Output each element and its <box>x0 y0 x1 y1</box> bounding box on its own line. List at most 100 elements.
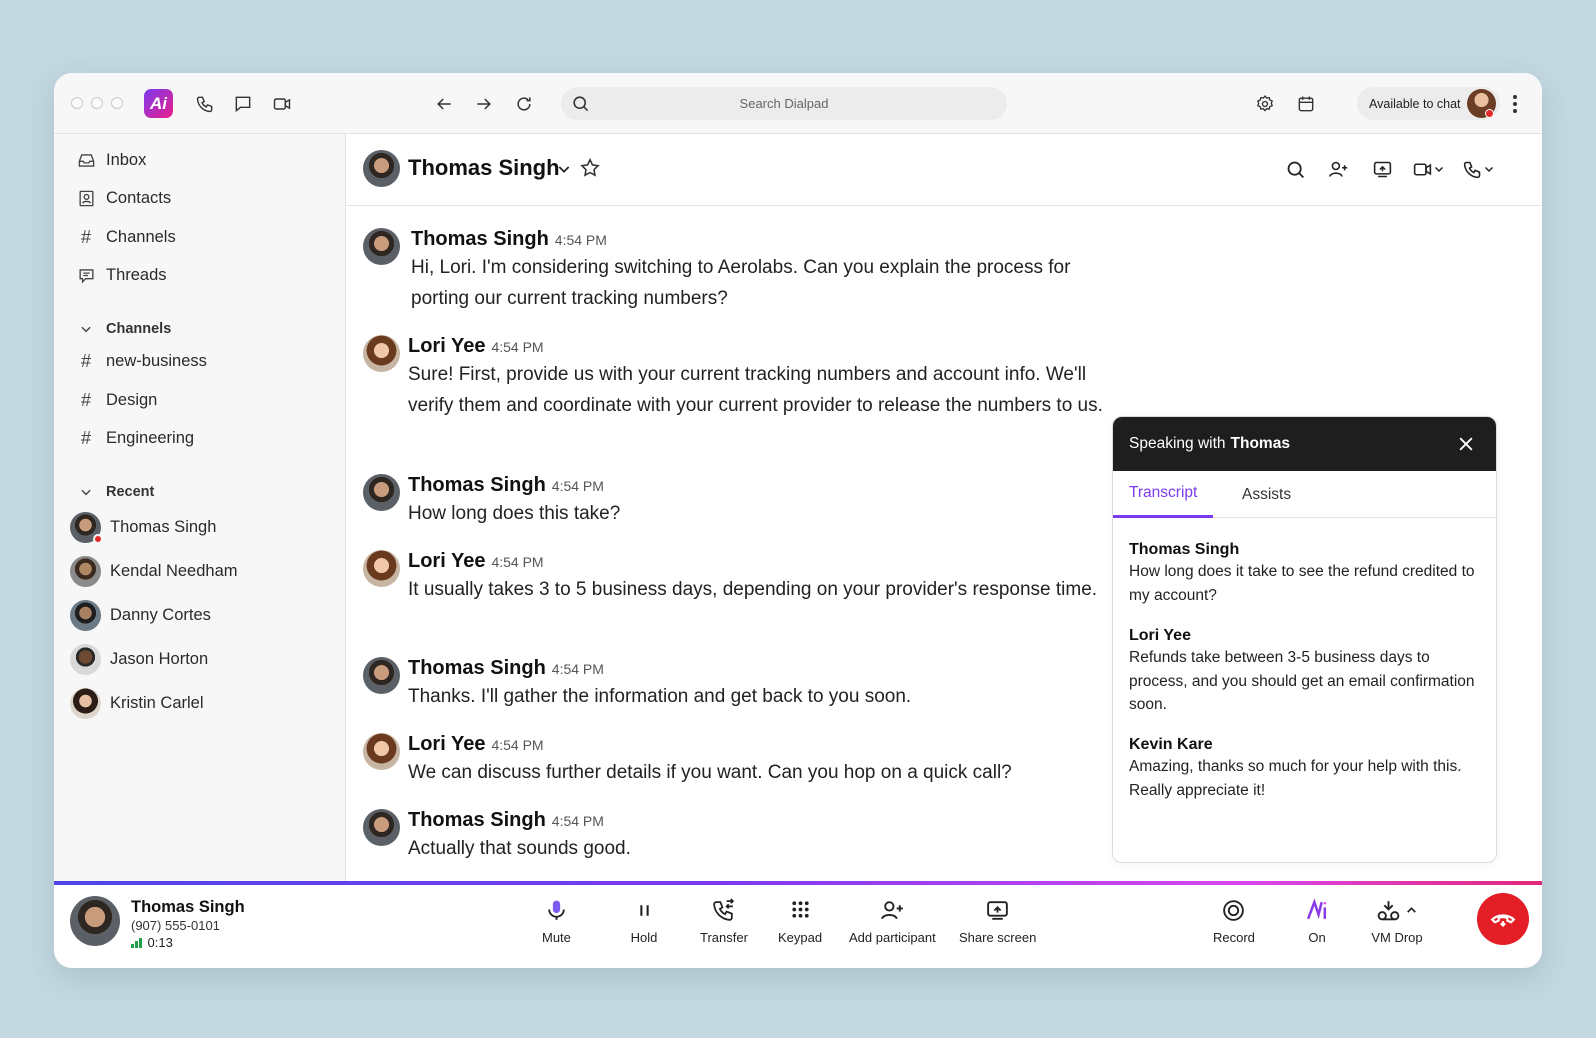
message-author: Thomas Singh <box>408 474 546 496</box>
message[interactable]: Thomas Singh 4:54 PM Thanks. I'll gather … <box>363 657 1123 712</box>
message-author: Lori Yee <box>408 733 486 755</box>
video-icon <box>1413 162 1432 176</box>
transfer-button[interactable]: Transfer <box>700 896 748 945</box>
channel-item-design[interactable]: # Design <box>76 385 157 415</box>
calendar-icon[interactable] <box>1294 92 1318 116</box>
user-avatar[interactable] <box>1467 89 1496 118</box>
sidebar-item-channels[interactable]: # Channels <box>76 222 176 252</box>
share-screen-button[interactable]: Share screen <box>959 896 1036 945</box>
sidebar-item-label: Threads <box>106 265 167 284</box>
hash-icon: # <box>80 389 91 410</box>
avatar <box>70 511 103 544</box>
chevron-down-icon <box>1434 166 1444 173</box>
avatar[interactable] <box>363 150 400 187</box>
availability-status[interactable]: Available to chat <box>1357 87 1500 120</box>
transcript-text: How long does it take to see the refund … <box>1129 563 1475 604</box>
search-input[interactable] <box>561 87 1007 120</box>
message-time: 4:54 PM <box>554 232 607 248</box>
voicemail-drop-icon <box>1370 896 1424 924</box>
transfer-icon <box>710 896 738 924</box>
video-icon[interactable] <box>270 92 294 116</box>
transcript-text: Refunds take between 3-5 business days t… <box>1129 649 1475 713</box>
hash-icon: # <box>80 427 91 448</box>
window-minimize-dot[interactable] <box>91 97 103 109</box>
back-arrow-icon[interactable] <box>432 92 456 116</box>
call-progress-accent <box>54 881 1542 885</box>
phone-icon[interactable] <box>193 92 217 116</box>
contact-name[interactable]: Thomas Singh <box>408 155 560 181</box>
chat-icon[interactable] <box>231 92 255 116</box>
refresh-icon[interactable] <box>512 92 536 116</box>
forward-arrow-icon[interactable] <box>472 92 496 116</box>
transcript-speaker: Kevin Kare <box>1129 736 1213 753</box>
control-label: Transfer <box>700 930 748 945</box>
message[interactable]: Lori Yee 4:54 PM It usually takes 3 to 5 … <box>363 550 1123 605</box>
sidebar-item-label: Channels <box>106 227 176 246</box>
microphone-icon <box>542 896 570 924</box>
call-duration: 0:13 <box>131 935 173 950</box>
hold-button[interactable]: Hold <box>630 896 658 945</box>
chevron-down-icon <box>76 322 96 336</box>
message-text: We can discuss further details if you wa… <box>408 762 1012 783</box>
message-author: Thomas Singh <box>408 809 546 831</box>
record-button[interactable]: Record <box>1213 896 1255 945</box>
close-icon[interactable] <box>1456 434 1476 454</box>
sidebar-item-threads[interactable]: Threads <box>76 260 167 290</box>
avatar <box>363 550 400 587</box>
window-maximize-dot[interactable] <box>111 97 123 109</box>
section-label: Recent <box>106 484 155 500</box>
message-time: 4:54 PM <box>491 339 544 355</box>
message[interactable]: Thomas Singh 4:54 PM Hi, Lori. I'm consid… <box>363 228 1123 314</box>
control-label: On <box>1308 930 1326 945</box>
channel-item-engineering[interactable]: # Engineering <box>76 423 194 453</box>
recent-item-kristin-carlel[interactable]: Kristin Carlel <box>70 685 204 721</box>
star-icon[interactable] <box>579 157 601 179</box>
message-text: Sure! First, provide us with your curren… <box>408 364 1103 416</box>
add-person-icon[interactable] <box>1328 157 1349 181</box>
chevron-down-icon[interactable] <box>556 161 572 177</box>
tab-label: Transcript <box>1129 484 1198 501</box>
control-label: Mute <box>542 930 571 945</box>
recent-item-thomas-singh[interactable]: Thomas Singh <box>70 509 216 545</box>
control-label: Keypad <box>778 930 823 945</box>
vm-drop-button[interactable]: VM Drop <box>1370 896 1424 945</box>
sidebar: Inbox Contacts # Channels Threads Channe… <box>54 134 346 886</box>
share-screen-icon[interactable] <box>1372 157 1393 181</box>
signal-strength-icon <box>131 937 142 948</box>
keypad-button[interactable]: Keypad <box>778 896 822 945</box>
channel-label: Design <box>106 390 158 409</box>
sidebar-item-inbox[interactable]: Inbox <box>76 145 146 175</box>
message[interactable]: Thomas Singh 4:54 PM Actually that sounds… <box>363 809 1123 864</box>
window-close-dot[interactable] <box>71 97 83 109</box>
phone-icon <box>1463 161 1481 178</box>
message[interactable]: Lori Yee 4:54 PM Sure! First, provide us … <box>363 335 1113 421</box>
panel-title-name: Thomas <box>1230 435 1290 452</box>
hang-up-button[interactable] <box>1477 893 1529 945</box>
message[interactable]: Thomas Singh 4:54 PM How long does this t… <box>363 474 1123 529</box>
recent-item-jason-horton[interactable]: Jason Horton <box>70 641 208 677</box>
search-bar[interactable] <box>561 87 1007 120</box>
video-call-dropdown[interactable] <box>1412 157 1445 181</box>
sidebar-item-contacts[interactable]: Contacts <box>76 183 171 213</box>
mute-button[interactable]: Mute <box>542 896 571 945</box>
channel-item-new-business[interactable]: # new-business <box>76 346 207 376</box>
more-options-icon[interactable] <box>1508 92 1522 116</box>
ai-logo-icon <box>1303 896 1331 924</box>
recent-section-header[interactable]: Recent <box>76 481 154 503</box>
message[interactable]: Lori Yee 4:54 PM We can discuss further d… <box>363 733 1123 788</box>
transcript-speaker: Lori Yee <box>1129 627 1191 644</box>
tab-assists[interactable]: Assists <box>1242 471 1291 518</box>
add-participant-button[interactable]: Add participant <box>849 896 936 945</box>
transcript-entry: Thomas Singh How long does it take to se… <box>1129 541 1479 607</box>
ai-toggle-button[interactable]: On <box>1303 896 1331 945</box>
channels-section-header[interactable]: Channels <box>76 318 171 340</box>
tab-transcript[interactable]: Transcript <box>1113 471 1214 518</box>
settings-gear-icon[interactable] <box>1253 92 1277 116</box>
control-label: Hold <box>630 930 658 945</box>
recent-item-kendal-needham[interactable]: Kendal Needham <box>70 553 238 589</box>
app-logo[interactable]: Ai <box>144 89 173 118</box>
phone-call-dropdown[interactable] <box>1462 157 1495 181</box>
top-bar: Ai Available to chat <box>54 73 1542 134</box>
recent-item-danny-cortes[interactable]: Danny Cortes <box>70 597 211 633</box>
search-icon[interactable] <box>1285 157 1306 181</box>
